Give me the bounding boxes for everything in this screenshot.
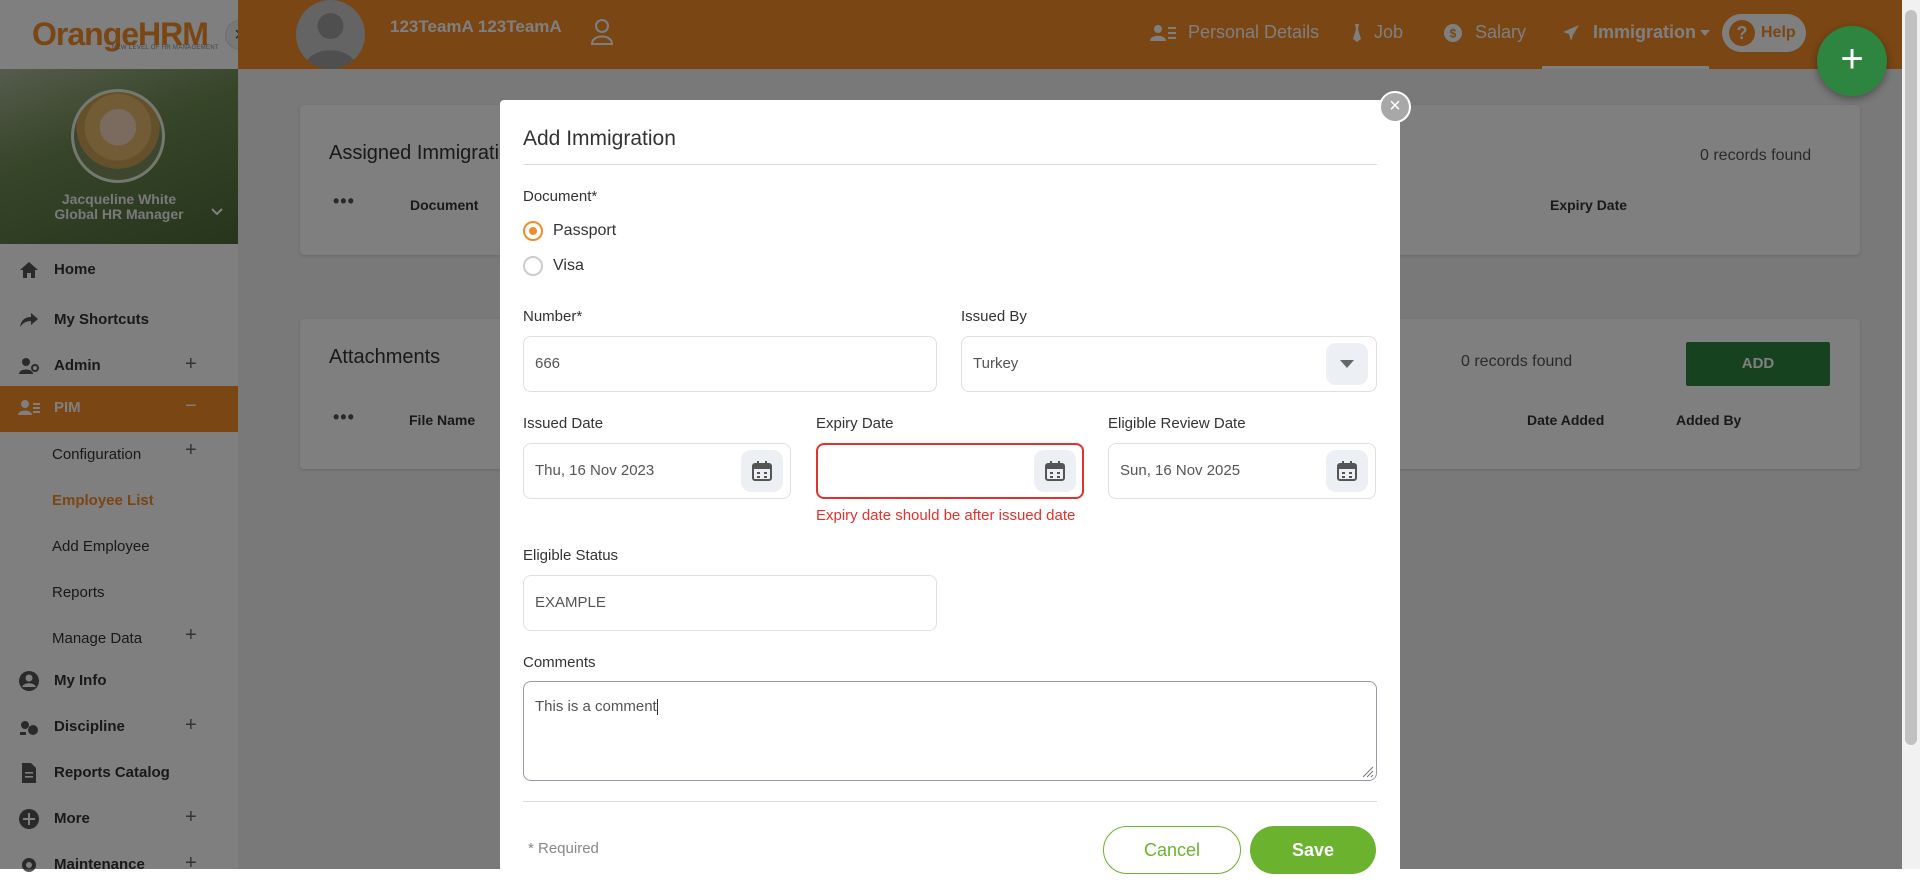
issued-by-select[interactable]: Turkey — [961, 336, 1377, 392]
number-input[interactable]: 666 — [523, 336, 937, 392]
comments-label: Comments — [523, 654, 596, 671]
document-label: Document* — [523, 188, 598, 205]
comments-textarea[interactable]: This is a comment — [523, 681, 1377, 781]
scrollbar-thumb[interactable] — [1905, 10, 1917, 745]
number-label: Number* — [523, 308, 583, 325]
caret-down-icon — [1340, 360, 1354, 368]
eligible-status-label: Eligible Status — [523, 547, 619, 564]
calendar-icon — [1337, 461, 1357, 481]
radio-passport-label[interactable]: Passport — [553, 222, 616, 240]
modal-title: Add Immigration — [523, 127, 676, 150]
modal-close-button[interactable]: × — [1379, 91, 1411, 123]
cancel-button[interactable]: Cancel — [1103, 826, 1241, 874]
save-button[interactable]: Save — [1250, 826, 1376, 874]
issued-by-label: Issued By — [961, 308, 1027, 325]
radio-passport[interactable] — [523, 221, 543, 241]
divider — [523, 164, 1377, 165]
eligible-review-date-label: Eligible Review Date — [1108, 415, 1246, 432]
issued-by-dropdown-button[interactable] — [1326, 343, 1368, 385]
expiry-date-label: Expiry Date — [816, 415, 894, 432]
eligible-review-date-calendar-button[interactable] — [1326, 450, 1368, 492]
eligible-status-input[interactable]: EXAMPLE — [523, 575, 937, 631]
radio-visa-label[interactable]: Visa — [553, 257, 584, 275]
calendar-icon — [1045, 461, 1065, 481]
expiry-date-error: Expiry date should be after issued date — [816, 507, 1076, 524]
calendar-icon — [752, 461, 772, 481]
required-note: * Required — [528, 840, 599, 857]
radio-visa[interactable] — [523, 256, 543, 276]
text-cursor — [656, 699, 658, 716]
add-fab-button[interactable]: + — [1817, 26, 1887, 96]
issued-date-label: Issued Date — [523, 415, 604, 432]
comments-text: This is a comment — [535, 698, 657, 715]
issued-date-calendar-button[interactable] — [741, 450, 783, 492]
expiry-date-calendar-button[interactable] — [1034, 450, 1076, 492]
resize-handle-icon[interactable] — [1362, 766, 1374, 778]
divider — [523, 801, 1377, 802]
